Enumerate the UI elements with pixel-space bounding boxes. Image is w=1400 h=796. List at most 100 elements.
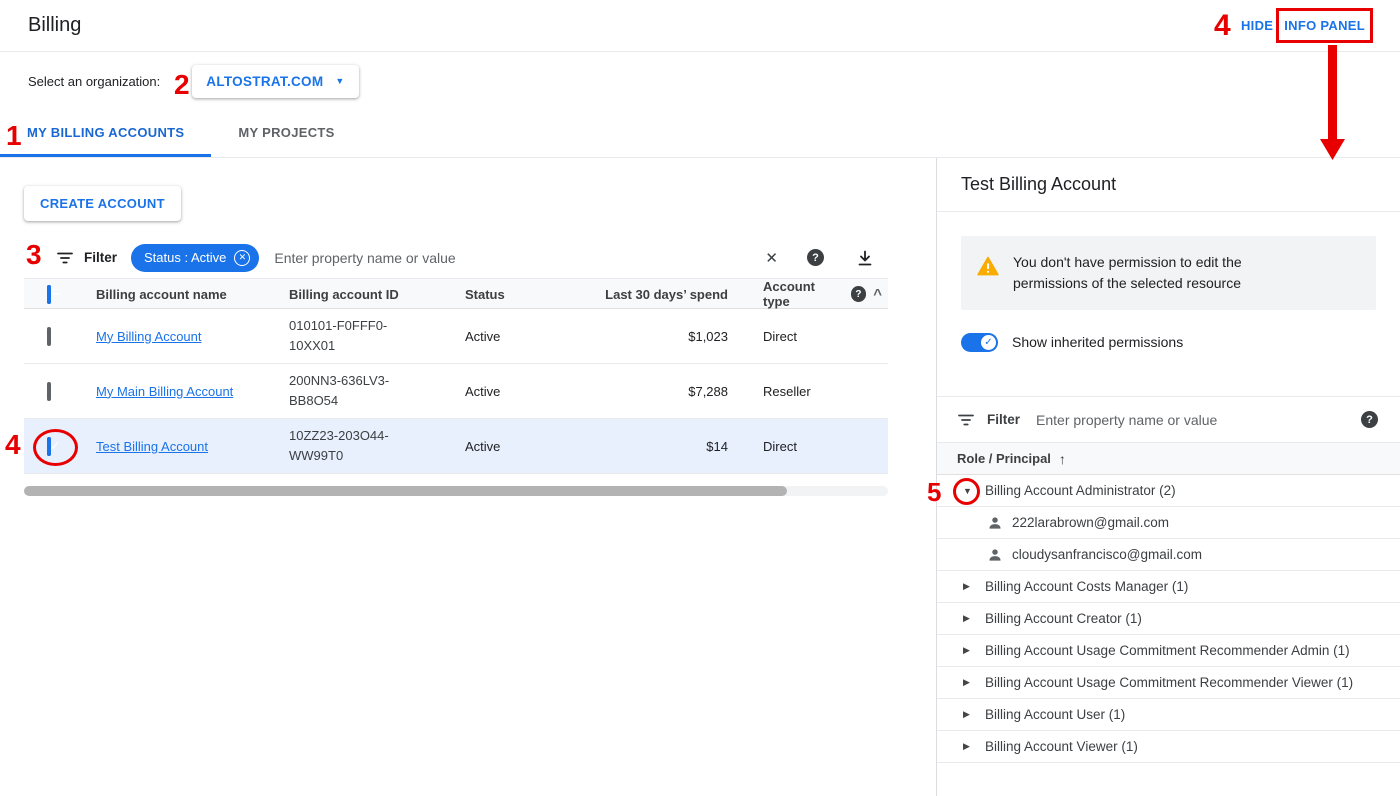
table-row-selected: ✓ Test Billing Account 10ZZ23-203O44-WW9… [24,419,888,474]
account-spend: $7,288 [555,384,730,399]
organization-value: ALTOSTRAT.COM [206,74,323,89]
filter-input[interactable]: Enter property name or value [1036,412,1349,428]
download-icon[interactable] [856,249,874,267]
dropdown-arrow-icon: ▼ [335,76,344,86]
billing-accounts-table: Billing account name Billing account ID … [24,279,888,474]
account-status: Active [455,439,555,454]
annotation-2: 2 [174,71,190,99]
tab-label: MY PROJECTS [238,125,334,140]
chevron-right-icon[interactable]: ▶ [963,741,975,752]
toggle-label: Show inherited permissions [1012,334,1183,350]
scrollbar-thumb[interactable] [24,486,787,496]
hide-label: HIDE [1241,18,1273,33]
role-principal-header[interactable]: Role / Principal ↑ [937,443,1400,475]
filter-label: Filter [987,412,1020,427]
table-row: My Billing Account 010101-F0FFF0-10XX01 … [24,309,888,364]
annotation-circle-chevron [953,478,980,505]
info-panel-header: Test Billing Account [937,158,1400,212]
billing-page: Billing 4 HIDE INFO PANEL Select an orga… [0,0,1400,796]
column-header-spend[interactable]: Last 30 days’ spend [555,287,730,302]
chevron-right-icon[interactable]: ▶ [963,677,975,688]
status-active-filter-chip[interactable]: Status : Active ✕ [131,244,259,272]
hide-info-panel-link[interactable]: 4 HIDE INFO PANEL [1214,8,1373,43]
filter-bar: Filter Status : Active ✕ Enter property … [24,237,888,279]
account-type: Reseller [730,384,888,399]
role-row-viewer[interactable]: ▶ Billing Account Viewer (1) [937,731,1400,763]
member-row: cloudysanfrancisco@gmail.com [937,539,1400,571]
content: CREATE ACCOUNT Filter Status : Active ✕ … [0,158,1400,796]
annotation-1: 1 [6,122,22,150]
horizontal-scrollbar[interactable] [24,486,888,496]
tab-my-projects[interactable]: MY PROJECTS [211,110,361,157]
tab-my-billing-accounts[interactable]: MY BILLING ACCOUNTS [0,110,211,157]
account-spend: $1,023 [555,329,730,344]
organization-dropdown[interactable]: ALTOSTRAT.COM ▼ [192,65,358,98]
role-label: Billing Account Creator (1) [985,611,1142,626]
role-row-creator[interactable]: ▶ Billing Account Creator (1) [937,603,1400,635]
role-row-user[interactable]: ▶ Billing Account User (1) [937,699,1400,731]
filter-input[interactable]: Enter property name or value [274,250,765,266]
annotation-4-row: 4 [5,431,21,459]
caret-up-icon[interactable]: ^ [873,286,882,303]
help-icon[interactable]: ? [807,249,824,266]
select-all-checkbox[interactable] [47,285,51,304]
chevron-right-icon[interactable]: ▶ [963,581,975,592]
tab-bar: MY BILLING ACCOUNTS MY PROJECTS [0,110,1400,158]
checkmark-icon: ✓ [984,337,992,348]
account-id: 10ZZ23-203O44-WW99T0 [289,426,417,466]
column-header-type[interactable]: Account type ? ^ [730,279,888,309]
account-link[interactable]: Test Billing Account [96,439,208,454]
help-icon[interactable]: ? [1361,411,1378,428]
account-status: Active [455,329,555,344]
role-row-administrator[interactable]: ▼ Billing Account Administrator (2) [937,475,1400,507]
column-header-status[interactable]: Status [455,287,555,302]
column-header-id[interactable]: Billing account ID [279,287,455,302]
help-icon[interactable]: ? [851,286,867,302]
chevron-right-icon[interactable]: ▶ [963,613,975,624]
role-label: Billing Account Administrator (2) [985,483,1176,498]
role-row-usage-commitment-recommender-admin[interactable]: ▶ Billing Account Usage Commitment Recom… [937,635,1400,667]
role-row-costs-manager[interactable]: ▶ Billing Account Costs Manager (1) [937,571,1400,603]
annotation-box-info-panel: INFO PANEL [1276,8,1373,43]
close-icon: ✕ [239,253,247,262]
account-link[interactable]: My Billing Account [96,329,202,344]
role-label: Billing Account Usage Commitment Recomme… [985,675,1353,690]
table-row: My Main Billing Account 200NN3-636LV3-BB… [24,364,888,419]
role-label: Billing Account Costs Manager (1) [985,579,1188,594]
account-type: Direct [730,329,888,344]
account-status: Active [455,384,555,399]
account-type: Direct [730,439,888,454]
filter-icon [56,249,74,267]
column-header-type-label: Account type [763,279,844,309]
tab-label: MY BILLING ACCOUNTS [27,125,184,140]
permission-warning: You don't have permission to edit the pe… [961,236,1376,310]
person-icon [987,547,1003,563]
chip-remove-icon[interactable]: ✕ [234,250,250,266]
row-checkbox[interactable] [47,382,51,401]
warning-text: You don't have permission to edit the pe… [1013,252,1309,294]
account-id: 010101-F0FFF0-10XX01 [289,316,417,356]
sort-ascending-icon[interactable]: ↑ [1059,451,1066,467]
inherited-permissions-row: ✓ Show inherited permissions [961,332,1376,352]
account-link[interactable]: My Main Billing Account [96,384,233,399]
person-icon [987,515,1003,531]
chevron-right-icon[interactable]: ▶ [963,709,975,720]
row-checkbox[interactable] [47,327,51,346]
chip-label: Status : Active [144,250,226,265]
organization-label: Select an organization: [28,74,160,89]
annotation-3: 3 [26,241,42,269]
info-panel-title: Test Billing Account [961,174,1116,195]
info-panel-filter-bar: Filter Enter property name or value ? [937,397,1400,443]
annotation-5: 5 [927,479,941,505]
clear-filter-icon[interactable]: ✕ [765,249,778,267]
column-header-name[interactable]: Billing account name [86,287,279,302]
role-label: Billing Account User (1) [985,707,1125,722]
chevron-right-icon[interactable]: ▶ [963,645,975,656]
table-header-row: Billing account name Billing account ID … [24,279,888,309]
role-row-usage-commitment-recommender-viewer[interactable]: ▶ Billing Account Usage Commitment Recom… [937,667,1400,699]
info-panel: Test Billing Account You don't have perm… [936,158,1400,796]
create-account-button[interactable]: CREATE ACCOUNT [24,186,181,221]
annotation-4-top: 4 [1214,11,1231,41]
show-inherited-permissions-toggle[interactable]: ✓ [961,333,998,352]
filter-label: Filter [84,250,117,265]
